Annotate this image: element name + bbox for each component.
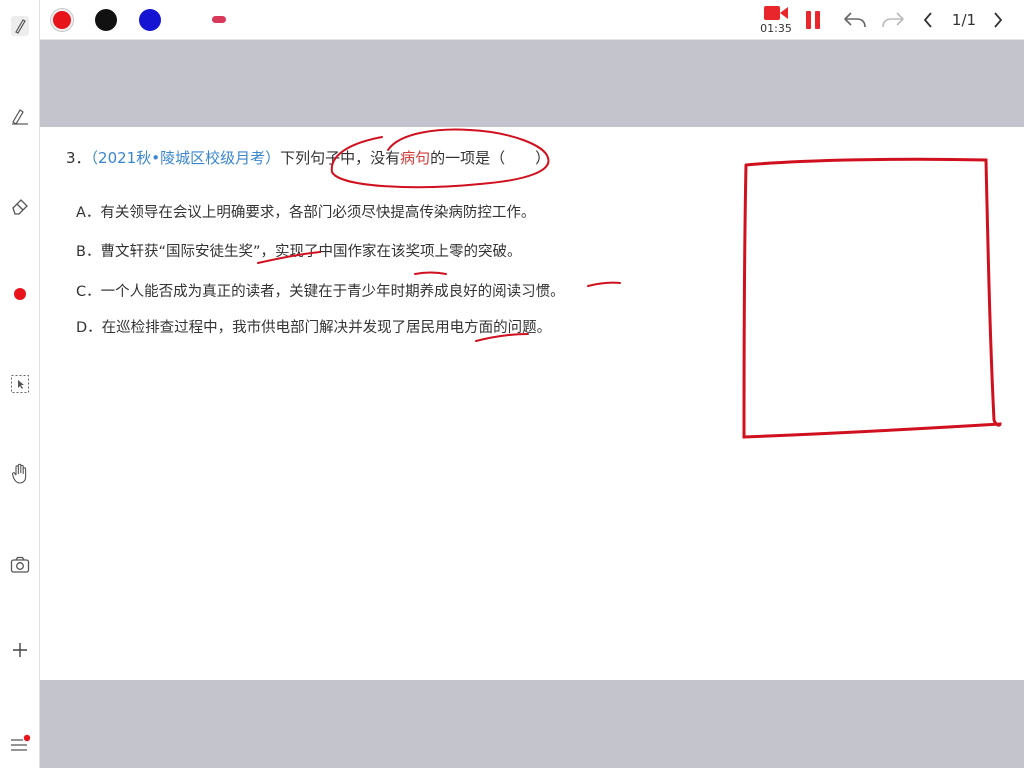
hand-icon [11, 463, 27, 484]
top-toolbar: 01:35 1/1 [0, 0, 1024, 40]
question-text-end: 的一项是（ ） [430, 149, 551, 167]
option-a: A．有关领导在会议上明确要求，各部门必须尽快提高传染病防控工作。 [76, 205, 536, 221]
eraser-tool-button[interactable] [6, 192, 34, 220]
video-camera-icon [764, 6, 788, 20]
option-b: B．曹文轩获“国际安徒生奖”，实现了中国作家在该奖项上零的突破。 [76, 244, 522, 260]
hand-tool-button[interactable] [6, 460, 34, 488]
pen-size-indicator[interactable] [212, 16, 226, 23]
chevron-left-icon [923, 12, 932, 28]
screenshot-button[interactable] [6, 551, 34, 579]
undo-icon [844, 12, 866, 28]
color-swatch-black[interactable] [95, 9, 117, 31]
redo-icon [882, 12, 904, 28]
document-page[interactable]: 3．（2021秋•陵城区校级月考）下列句子中，没有病句的一项是（ ） A．有关领… [40, 127, 1024, 680]
camera-icon [10, 556, 30, 573]
color-swatch-blue[interactable] [139, 9, 161, 31]
left-toolbar [0, 0, 40, 768]
option-d: D．在巡检排查过程中，我市供电部门解决并发现了居民用电方面的问题。 [76, 320, 552, 336]
bottom-gray-area [40, 680, 1024, 768]
chevron-right-icon [994, 12, 1003, 28]
question-keyword: 病句 [400, 149, 431, 167]
prev-page-button[interactable] [918, 6, 938, 34]
color-swatch-red[interactable] [51, 9, 73, 31]
select-tool-button[interactable] [6, 370, 34, 398]
recording-timer: 01:35 [760, 22, 792, 35]
pause-button[interactable] [801, 6, 825, 34]
pen-icon [11, 16, 29, 36]
menu-button[interactable] [6, 730, 34, 758]
top-gray-area [40, 40, 1024, 127]
highlighter-tool-button[interactable] [6, 102, 34, 130]
pause-icon [806, 11, 820, 29]
select-icon [11, 375, 29, 393]
add-button[interactable] [6, 636, 34, 664]
next-page-button[interactable] [988, 6, 1008, 34]
pen-tool-button[interactable] [6, 12, 34, 40]
question-text: 下列句子中，没有 [280, 149, 401, 167]
laser-pointer-button[interactable] [6, 280, 34, 308]
redo-button[interactable] [880, 6, 906, 34]
question-source: （2021秋•陵城区校级月考） [90, 149, 281, 167]
record-button[interactable] [762, 4, 790, 22]
plus-icon [13, 643, 27, 657]
page-indicator: 1/1 [951, 11, 977, 29]
menu-icon [11, 734, 31, 751]
highlighter-icon [12, 109, 28, 125]
question-stem: 3．（2021秋•陵城区校级月考）下列句子中，没有病句的一项是（ ） [66, 147, 550, 168]
eraser-icon [12, 199, 28, 215]
question-number: 3． [66, 149, 91, 167]
option-c: C．一个人能否成为真正的读者，关键在于青少年时期养成良好的阅读习惯。 [76, 284, 565, 300]
red-dot-icon [14, 288, 26, 300]
undo-button[interactable] [842, 6, 868, 34]
